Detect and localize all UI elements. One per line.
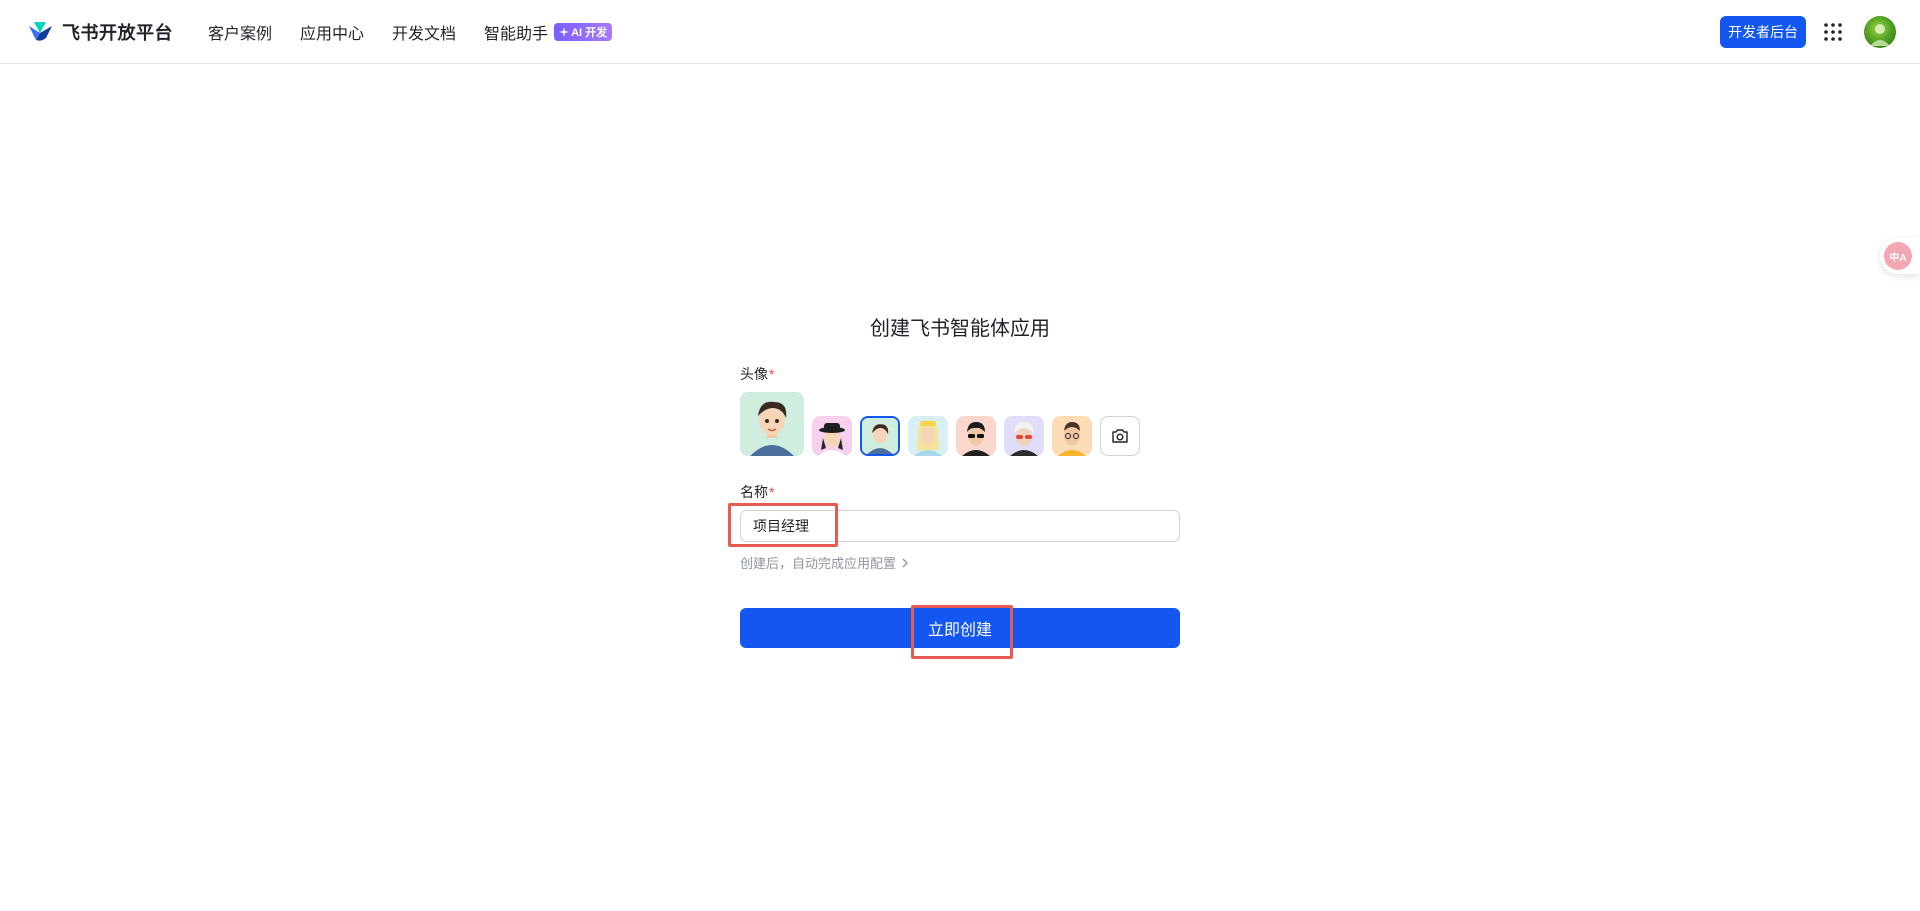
page-title: 创建飞书智能体应用: [870, 318, 1050, 340]
auto-config-hint-text: 创建后，自动完成应用配置: [740, 556, 897, 571]
translate-widget[interactable]: 中A: [1880, 238, 1920, 274]
ai-dev-badge: AI 开发: [554, 23, 613, 41]
name-input[interactable]: [740, 510, 1180, 542]
upload-avatar-button[interactable]: [1100, 416, 1140, 456]
required-mark: *: [769, 366, 775, 382]
nav-dev-docs[interactable]: 开发文档: [392, 20, 456, 44]
name-label: 名称*: [740, 482, 774, 502]
create-now-button[interactable]: 立即创建: [740, 608, 1180, 648]
translate-icon: 中A: [1884, 242, 1912, 270]
user-avatar[interactable]: [1864, 16, 1896, 48]
required-mark: *: [769, 484, 775, 500]
avatar-option-1[interactable]: [812, 416, 852, 456]
nav-customer-cases[interactable]: 客户案例: [208, 20, 272, 44]
avatar-boy-sunglasses-icon: [956, 416, 996, 456]
nav-smart-assistant[interactable]: 智能助手 AI 开发: [484, 20, 613, 44]
sparkle-icon: [559, 27, 570, 37]
main-nav: 客户案例 应用中心 开发文档 智能助手 AI 开发: [208, 0, 613, 64]
selected-avatar-preview: [740, 392, 804, 456]
name-label-text: 名称: [740, 484, 768, 500]
avatar-boy-large-icon: [740, 392, 804, 456]
avatar-boy-icon: [862, 418, 898, 454]
avatar-girl-hat-icon: [812, 416, 852, 456]
nav-smart-assistant-label: 智能助手: [484, 26, 549, 43]
avatar-option-2[interactable]: [860, 416, 900, 456]
user-avatar-image: [1870, 24, 1890, 46]
app-grid-icon[interactable]: [1823, 22, 1843, 42]
avatar-elder-icon: [1004, 416, 1044, 456]
avatar-label-text: 头像: [740, 366, 768, 382]
avatar-option-5[interactable]: [1004, 416, 1044, 456]
brand[interactable]: 飞书开放平台: [26, 18, 173, 46]
nav-app-center[interactable]: 应用中心: [300, 20, 364, 44]
top-header: 飞书开放平台 客户案例 应用中心 开发文档 智能助手 AI 开发 开发者后台: [0, 0, 1920, 64]
auto-config-hint[interactable]: 创建后，自动完成应用配置: [740, 553, 910, 572]
avatar-man-glasses-icon: [1052, 416, 1092, 456]
avatar-option-4[interactable]: [956, 416, 996, 456]
camera-icon: [1112, 429, 1128, 443]
feishu-logo-icon: [29, 22, 52, 41]
avatar-option-3[interactable]: [908, 416, 948, 456]
avatar-option-6[interactable]: [1052, 416, 1092, 456]
ai-dev-badge-text: AI 开发: [571, 27, 608, 39]
chevron-right-icon: [902, 558, 908, 567]
developer-console-button[interactable]: 开发者后台: [1720, 16, 1806, 48]
avatar-girl-blonde-icon: [908, 416, 948, 456]
brand-name: 飞书开放平台: [62, 23, 173, 43]
avatar-label: 头像*: [740, 364, 774, 384]
